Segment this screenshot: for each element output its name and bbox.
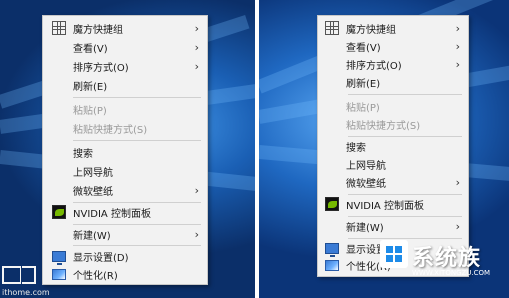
- menu-item-label: 魔方快捷组: [346, 25, 396, 36]
- menu-item-paste[interactable]: 粘贴(P): [43, 101, 207, 118]
- menu-item-label: 搜索: [346, 143, 366, 154]
- menu-item-paste-shortcut[interactable]: 粘贴快捷方式(S): [318, 116, 468, 133]
- menu-item-display-settings[interactable]: 显示设置(D): [43, 248, 207, 265]
- menu-item-label: 排序方式(O): [346, 61, 402, 72]
- menu-item-mofang[interactable]: 魔方快捷组 ›: [318, 20, 468, 37]
- menu-item-sort[interactable]: 排序方式(O) ›: [318, 56, 468, 73]
- menu-separator: [73, 202, 201, 203]
- menu-item-nvidia[interactable]: NVIDIA 控制面板: [43, 204, 207, 221]
- menu-item-label: 排序方式(O): [73, 63, 129, 74]
- menu-item-label: 刷新(E): [346, 79, 381, 90]
- nvidia-icon: [52, 205, 66, 219]
- chevron-right-icon: ›: [194, 228, 199, 241]
- menu-item-label: 粘贴(P): [73, 106, 107, 117]
- menu-item-label: 刷新(E): [73, 82, 108, 93]
- menu-item-label: 魔方快捷组: [73, 25, 123, 36]
- menu-separator: [73, 245, 201, 246]
- menu-item-web-nav[interactable]: 上网导航: [318, 156, 468, 173]
- menu-item-label: 上网导航: [346, 161, 386, 172]
- grid-icon: [325, 21, 339, 35]
- menu-item-view[interactable]: 查看(V) ›: [43, 39, 207, 56]
- nvidia-icon: [325, 197, 339, 211]
- menu-separator: [348, 136, 462, 137]
- chevron-right-icon: ›: [194, 184, 199, 197]
- xitongzu-watermark: 系统族 WWW.XITONGZU.COM: [378, 232, 509, 298]
- grid-icon: [52, 21, 66, 35]
- menu-separator: [73, 224, 201, 225]
- menu-item-label: 查看(V): [346, 43, 381, 54]
- context-menu: 魔方快捷组 › 查看(V) › 排序方式(O) › 刷新(E) 粘贴(P) 粘贴…: [42, 15, 208, 285]
- menu-separator: [348, 216, 462, 217]
- ithome-logo: [2, 266, 21, 284]
- menu-item-label: 搜索: [73, 149, 93, 160]
- ithome-watermark: ithome.com: [0, 262, 60, 298]
- menu-separator: [73, 97, 201, 98]
- menu-item-label: 微软壁纸: [346, 179, 386, 190]
- menu-item-web-nav[interactable]: 上网导航: [43, 163, 207, 180]
- menu-item-label: NVIDIA 控制面板: [346, 201, 424, 212]
- personalize-icon: [325, 260, 339, 271]
- chevron-right-icon: ›: [455, 176, 460, 189]
- menu-item-label: 粘贴(P): [346, 103, 380, 114]
- menu-item-view[interactable]: 查看(V) ›: [318, 38, 468, 55]
- menu-separator: [348, 94, 462, 95]
- chevron-right-icon: ›: [194, 41, 199, 54]
- chevron-right-icon: ›: [455, 40, 460, 53]
- menu-item-label: 微软壁纸: [73, 187, 113, 198]
- menu-item-new[interactable]: 新建(W) ›: [43, 226, 207, 243]
- right-screenshot: 魔方快捷组 › 查看(V) › 排序方式(O) › 刷新(E) 粘贴(P) 粘贴…: [259, 0, 509, 298]
- menu-item-label: NVIDIA 控制面板: [73, 209, 151, 220]
- menu-item-search[interactable]: 搜索: [43, 144, 207, 161]
- menu-item-label: 个性化(R): [73, 271, 118, 282]
- watermark-url: ithome.com: [2, 288, 50, 297]
- watermark-brand: 系统族: [412, 246, 482, 271]
- chevron-right-icon: ›: [194, 60, 199, 73]
- chevron-right-icon: ›: [194, 22, 199, 35]
- menu-item-paste[interactable]: 粘贴(P): [318, 98, 468, 115]
- menu-item-label: 粘贴快捷方式(S): [73, 125, 148, 136]
- menu-item-ms-wallpaper[interactable]: 微软壁纸 ›: [43, 182, 207, 199]
- menu-item-label: 上网导航: [73, 168, 113, 179]
- left-screenshot: 魔方快捷组 › 查看(V) › 排序方式(O) › 刷新(E) 粘贴(P) 粘贴…: [0, 0, 255, 298]
- menu-item-refresh[interactable]: 刷新(E): [318, 74, 468, 91]
- menu-item-sort[interactable]: 排序方式(O) ›: [43, 58, 207, 75]
- menu-item-label: 查看(V): [73, 44, 108, 55]
- menu-item-label: 显示设置(D): [73, 253, 129, 264]
- menu-item-label: 粘贴快捷方式(S): [346, 121, 421, 132]
- chevron-right-icon: ›: [455, 22, 460, 35]
- menu-item-refresh[interactable]: 刷新(E): [43, 77, 207, 94]
- menu-item-search[interactable]: 搜索: [318, 138, 468, 155]
- menu-separator: [348, 194, 462, 195]
- menu-item-label: 新建(W): [73, 231, 111, 242]
- chevron-right-icon: ›: [455, 58, 460, 71]
- menu-item-personalize[interactable]: 个性化(R): [43, 266, 207, 283]
- menu-item-nvidia[interactable]: NVIDIA 控制面板: [318, 196, 468, 213]
- menu-item-ms-wallpaper[interactable]: 微软壁纸 ›: [318, 174, 468, 191]
- display-settings-icon: [325, 243, 339, 257]
- display-settings-icon: [52, 251, 66, 265]
- menu-separator: [73, 140, 201, 141]
- menu-item-mofang[interactable]: 魔方快捷组 ›: [43, 20, 207, 37]
- windows-logo-icon: [380, 240, 408, 268]
- watermark-url: WWW.XITONGZU.COM: [412, 269, 491, 277]
- menu-item-paste-shortcut[interactable]: 粘贴快捷方式(S): [43, 120, 207, 137]
